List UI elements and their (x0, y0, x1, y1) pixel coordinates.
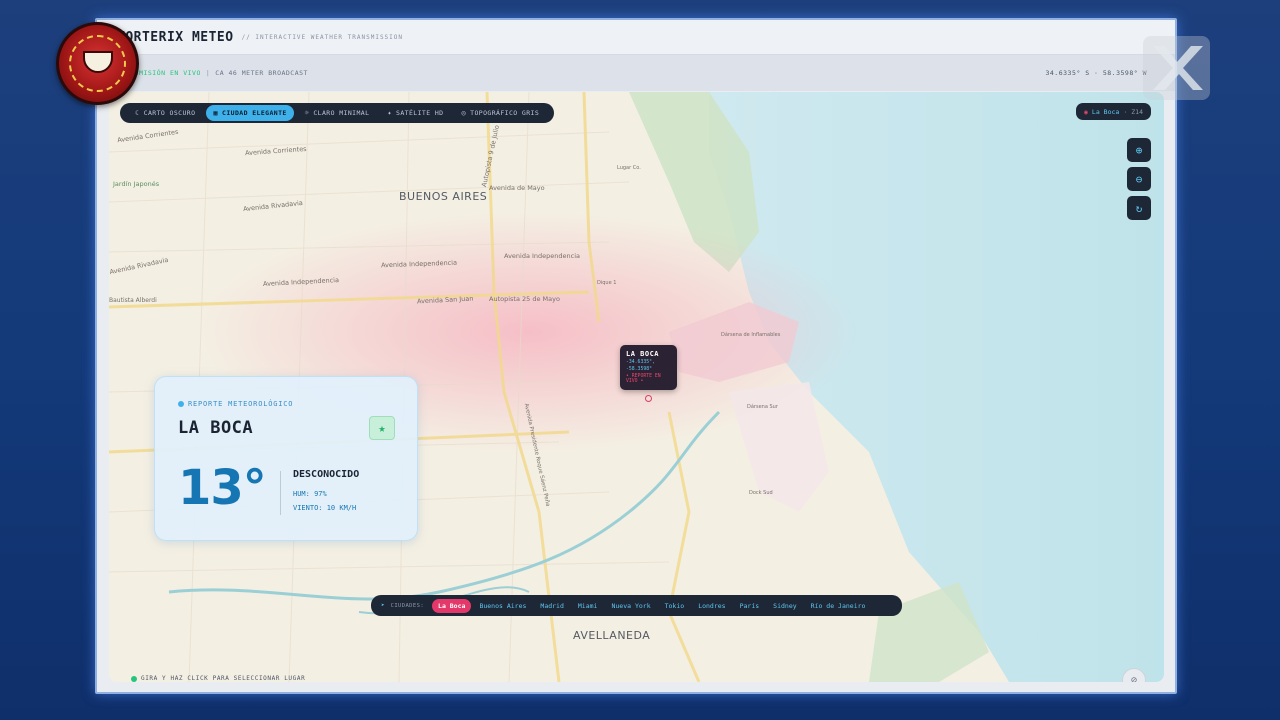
hint-dot-icon (131, 675, 137, 682)
dock-sud (729, 382, 829, 512)
city-chip[interactable]: Madrid (534, 599, 569, 613)
map-style-claro-minimal[interactable]: ☼ CLARO MINIMAL (298, 105, 377, 121)
label-avellaneda: AVELLANEDA (573, 629, 651, 642)
street-label: Avenida de Mayo (489, 184, 545, 192)
city-chip[interactable]: Miami (572, 599, 604, 613)
weather-card-place: LA BOCA (178, 418, 254, 438)
map-style-bar: ☾ CARTO OSCURO ▦ CIUDAD ELEGANTE ☼ CLARO MINI… (120, 103, 555, 123)
zoom-out-button[interactable]: ⊖ (1127, 167, 1151, 191)
building-icon: ▦ (213, 109, 219, 117)
favorite-button[interactable]: ★ (369, 416, 395, 440)
map-style-label: CIUDAD ELEGANTE (222, 109, 287, 117)
map-style-sat-lite-hd[interactable]: ✦ SATÉLITE HD (380, 105, 450, 121)
location-badge-place: La Boca (1091, 107, 1120, 116)
marker-lat: -34.6335°, (626, 360, 655, 365)
marker-title: LA BOCA (626, 350, 660, 358)
moon-icon: ☾ (135, 109, 140, 117)
street-label: Lugar Co. (617, 165, 641, 171)
satellite-icon: ✦ (387, 109, 393, 117)
street-label: Dock Sud (749, 490, 773, 496)
app-title: VORTERIX METEO (117, 29, 234, 45)
street-label: Dársena de Inflamables (721, 332, 781, 338)
temperature: 13° (178, 460, 267, 516)
reset-icon: ↻ (1135, 201, 1143, 215)
map-style-label: SATÉLITE HD (396, 109, 444, 117)
city-chip[interactable]: Río de Janeiro (805, 599, 872, 613)
street-label: Dique 1 (597, 280, 617, 286)
status-separator: | (205, 69, 211, 77)
location-pin-icon: ◉ (1084, 107, 1088, 116)
globe-icon: ◎ (461, 109, 467, 117)
location-badge: ◉ La Boca · Z14 (1076, 103, 1151, 120)
compass-icon: ⊘ (1130, 674, 1138, 683)
label-buenos-aires: BUENOS AIRES (399, 190, 488, 203)
city-chip[interactable]: Nueva York (605, 599, 656, 613)
location-badge-zoom: Z14 (1131, 107, 1143, 116)
map-hint: GIRA Y HAZ CLICK PARA SELECCIONAR LUGAR (131, 675, 305, 682)
street-label: Jardín Japonés (113, 180, 160, 188)
broadcast-status: CA 46 METER BROADCAST (215, 69, 308, 77)
city-chip[interactable]: París (734, 599, 766, 613)
app-subtitle: // INTERACTIVE WEATHER TRANSMISSION (241, 33, 404, 41)
wind-speed: VIENTO: 10 KM/H (293, 504, 357, 512)
city-chip[interactable]: Londres (692, 599, 731, 613)
zoom-in-icon: ⊕ (1135, 143, 1143, 157)
navigation-icon: ➤ (381, 602, 385, 609)
map-style-carto-oscuro[interactable]: ☾ CARTO OSCURO (128, 105, 202, 121)
map-style-ciudad-elegante[interactable]: ▦ CIUDAD ELEGANTE (206, 105, 294, 121)
vorterix-badge-logo (56, 22, 139, 105)
coords-readout: 34.6335° S · 58.3598° W (1045, 69, 1147, 77)
vorterix-watermark-logo (1143, 36, 1210, 100)
map-style-label: CLARO MINIMAL (313, 109, 370, 117)
map-pin-icon[interactable] (645, 395, 652, 402)
status-bar: TRANSMISIÓN EN VIVO | CA 46 METER BROADC… (97, 55, 1175, 91)
street-label: Autopista 25 de Mayo (489, 295, 560, 303)
card-divider (280, 471, 281, 515)
map-style-label: CARTO OSCURO (143, 109, 196, 117)
humidity: HUM: 97% (293, 490, 327, 498)
marker-live: • REPORTE EN VIVO • (626, 374, 661, 384)
street-label: Avenida Independencia (504, 252, 581, 260)
map-style-topogr-fico-gris[interactable]: ◎ TOPOGRÁFICO GRIS (455, 105, 547, 121)
star-icon: ★ (378, 421, 386, 435)
city-bar-label: CIUDADES: (390, 602, 425, 609)
zoom-out-icon: ⊖ (1135, 172, 1143, 186)
location-badge-sep: · (1123, 107, 1128, 116)
city-chip[interactable]: Tokio (659, 599, 691, 613)
street-label: Bautista Alberdi (109, 297, 157, 304)
weather-card-tag-label: REPORTE METEOROLÓGICO (188, 400, 294, 408)
title-bar: VORTERIX METEO // INTERACTIVE WEATHER TR… (97, 20, 1175, 55)
report-dot-icon (178, 401, 184, 407)
street-label: Dársena Sur (747, 404, 778, 410)
app-window: VORTERIX METEO // INTERACTIVE WEATHER TR… (95, 18, 1177, 694)
city-chip[interactable]: Sidney (767, 599, 802, 613)
weather-condition: DESCONOCIDO (293, 469, 360, 480)
map-canvas[interactable]: BUENOS AIRES AVELLANEDA Avenida Corrient… (109, 92, 1164, 682)
weather-card-tag: REPORTE METEOROLÓGICO (178, 400, 293, 408)
vorterix-x-icon (1153, 46, 1203, 90)
marker-lon: -58.3598° (626, 367, 652, 372)
hint-text: GIRA Y HAZ CLICK PARA SELECCIONAR LUGAR (141, 675, 306, 682)
map-style-label: TOPOGRÁFICO GRIS (470, 109, 540, 117)
city-chip[interactable]: La Boca (432, 598, 472, 613)
city-chip[interactable]: Buenos Aires (473, 599, 532, 613)
sun-icon: ☼ (304, 109, 310, 117)
map-marker-popup[interactable]: LA BOCA -34.6335°, -58.3598° • REPORTE E… (620, 345, 677, 390)
city-selector-bar: ➤ CIUDADES: La Boca Buenos Aires Madrid Mia… (371, 595, 902, 616)
zoom-in-button[interactable]: ⊕ (1127, 138, 1151, 162)
reset-view-button[interactable]: ↻ (1127, 196, 1151, 220)
weather-card: REPORTE METEOROLÓGICO LA BOCA ★ 13° DESC… (154, 376, 418, 541)
